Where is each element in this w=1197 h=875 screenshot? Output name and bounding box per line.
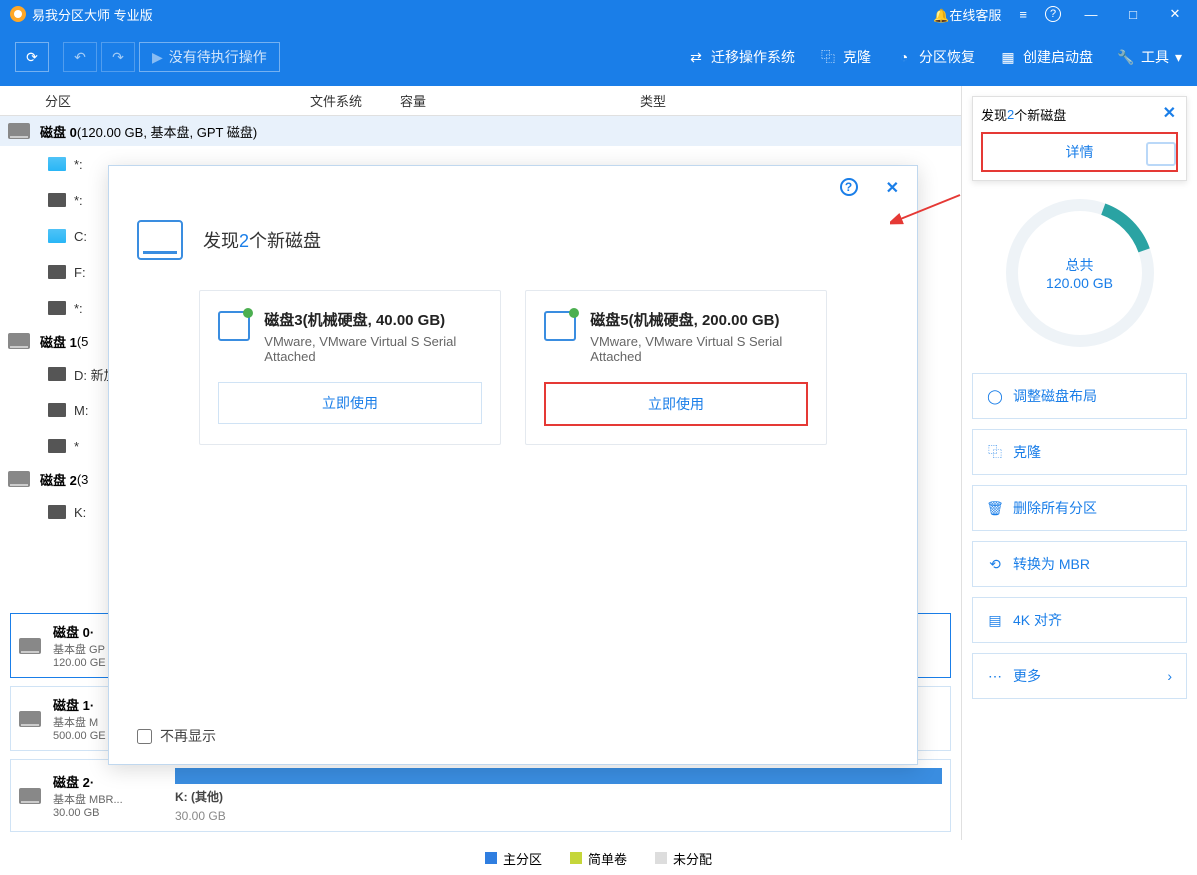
notification-close-icon[interactable]: ✕ [1163,103,1176,123]
close-button[interactable]: ✕ [1163,6,1187,22]
drive-icon [48,505,66,519]
menu-icon[interactable]: ≡ [1019,7,1027,22]
chevron-right-icon: › [1167,668,1172,684]
drive-icon [48,193,66,207]
disk-outline-icon [1146,142,1176,166]
adjust-layout-button[interactable]: ◯调整磁盘布局 [972,373,1187,419]
right-pane: 发现2个新磁盘 ✕ 详情 总共 120.00 GB ◯调整磁盘布局 ⿻克隆 🗑删… [962,86,1197,840]
clone-icon: ⿻ [987,444,1003,460]
online-service-link[interactable]: 🔔在线客服 [933,5,1001,24]
use-now-button-disk3[interactable]: 立即使用 [218,382,482,424]
drive-icon [48,157,66,171]
trash-icon: 🗑 [987,500,1003,516]
dont-show-checkbox[interactable] [137,729,152,744]
pending-ops-box: ▶ 没有待执行操作 [139,42,280,72]
new-disk-modal: ? ✕ 发现2个新磁盘 磁盘3(机械硬盘, 40.00 GB) VMware, … [108,165,918,765]
recover-button[interactable]: ◔分区恢复 [895,47,975,67]
convert-icon: ⟲ [987,556,1003,572]
tools-button[interactable]: 🔧工具 ▾ [1117,47,1182,67]
disk-icon [19,711,41,727]
legend: 主分区 简单卷 未分配 [0,840,1197,875]
clone-button[interactable]: ⿻克隆 [819,47,871,67]
minimize-button[interactable]: — [1079,7,1103,22]
new-disk-notification: 发现2个新磁盘 ✕ 详情 [972,96,1187,181]
play-icon: ▶ [152,49,163,66]
legend-simple-icon [570,852,582,864]
disk-icon [19,788,41,804]
modal-disk3-card: 磁盘3(机械硬盘, 40.00 GB) VMware, VMware Virtu… [199,290,501,445]
convert-mbr-button[interactable]: ⟲转换为 MBR [972,541,1187,587]
disk-icon [19,638,41,654]
disk-usage-bar [175,768,942,784]
migrate-os-button[interactable]: ⇄迁移操作系统 [687,47,795,67]
drive-icon [48,229,66,243]
modal-title: 发现2个新磁盘 [203,227,321,253]
maximize-button[interactable]: □ [1121,7,1145,22]
annotation-arrow-icon [890,190,970,230]
help-icon[interactable]: ? [1045,6,1061,22]
more-button[interactable]: ⋯更多› [972,653,1187,699]
disk0-header[interactable]: 磁盘 0 (120.00 GB, 基本盘, GPT 磁盘) [0,116,961,146]
disk-icon [8,123,30,139]
dont-show-label: 不再显示 [160,726,216,746]
col-filesystem[interactable]: 文件系统 [300,91,390,110]
app-logo-icon [10,6,26,22]
legend-unalloc-icon [655,852,667,864]
create-boot-button[interactable]: ▦创建启动盘 [999,47,1093,67]
disk-icon [8,333,30,349]
legend-primary-icon [485,852,497,864]
disk-new-icon [544,311,576,341]
clone-action-button[interactable]: ⿻克隆 [972,429,1187,475]
drive-icon [48,265,66,279]
adjust-icon: ◯ [987,388,1003,404]
col-type[interactable]: 类型 [630,91,961,110]
col-capacity[interactable]: 容量 [390,91,630,110]
redo-button[interactable]: ↷ [101,42,135,72]
modal-help-icon[interactable]: ? [840,178,858,196]
drive-icon [48,439,66,453]
drive-icon [48,403,66,417]
migrate-icon: ⇄ [687,48,705,66]
delete-all-button[interactable]: 🗑删除所有分区 [972,485,1187,531]
align-icon: ▤ [987,612,1003,628]
modal-disk-icon [137,220,183,260]
app-title: 易我分区大师 专业版 [32,5,933,24]
table-header: 分区 文件系统 容量 类型 [0,86,961,116]
undo-button[interactable]: ↶ [63,42,97,72]
recover-icon: ◔ [895,48,913,66]
align-4k-button[interactable]: ▤4K 对齐 [972,597,1187,643]
drive-icon [48,301,66,315]
clone-icon: ⿻ [819,48,837,66]
wrench-icon: 🔧 [1117,48,1135,66]
more-icon: ⋯ [987,668,1003,684]
col-partition[interactable]: 分区 [0,91,300,110]
main-toolbar: ⟳ ↶ ↷ ▶ 没有待执行操作 ⇄迁移操作系统 ⿻克隆 ◔分区恢复 ▦创建启动盘… [0,28,1197,86]
title-bar: 易我分区大师 专业版 🔔在线客服 ≡ ? — □ ✕ [0,0,1197,28]
use-now-button-disk5[interactable]: 立即使用 [544,382,808,426]
refresh-button[interactable]: ⟳ [15,42,49,72]
disk-new-icon [218,311,250,341]
drive-icon [48,367,66,381]
disk-usage-donut: 总共 120.00 GB [1000,193,1160,353]
disk-icon [8,471,30,487]
boot-icon: ▦ [999,48,1017,66]
modal-disk5-card: 磁盘5(机械硬盘, 200.00 GB) VMware, VMware Virt… [525,290,827,445]
disk-card-2[interactable]: 磁盘 2· 基本盘 MBR... 30.00 GB K: (其他) 30.00 … [10,759,951,832]
